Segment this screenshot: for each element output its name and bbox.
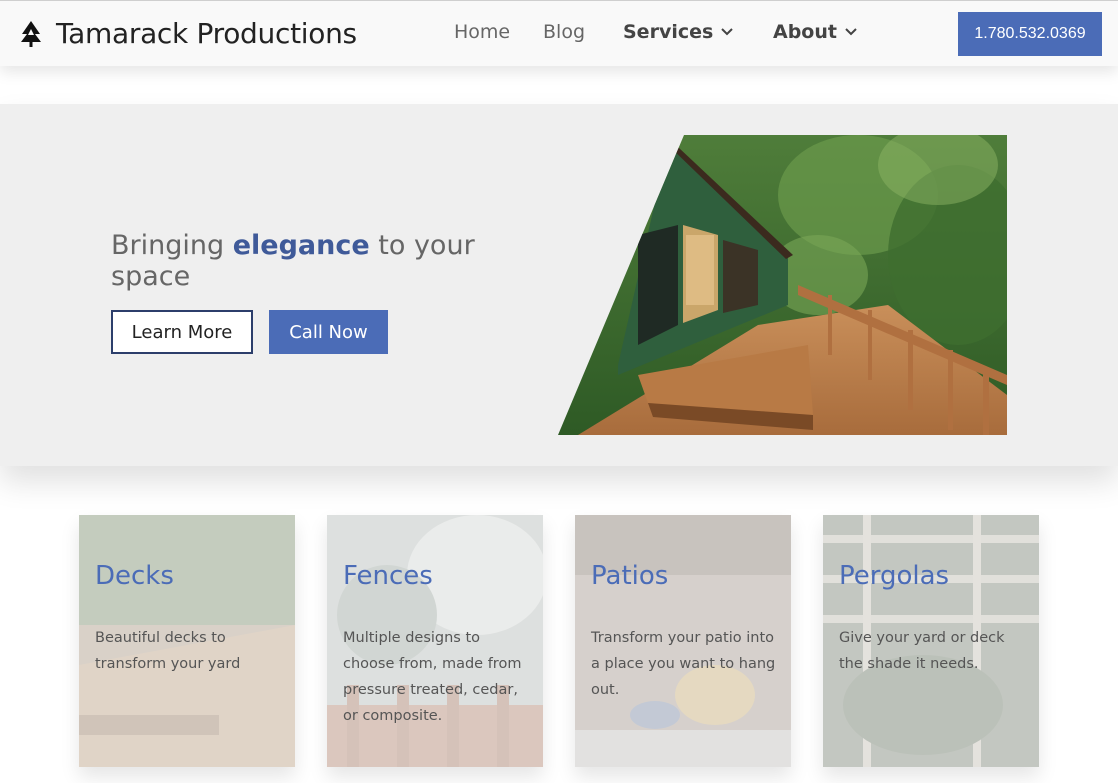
nav-about[interactable]: About (773, 21, 857, 43)
nav-services-label: Services (623, 21, 714, 43)
nav-blog[interactable]: Blog (543, 21, 585, 43)
chevron-down-icon (721, 28, 734, 36)
hero-section: Bringing elegance to your space Learn Mo… (0, 104, 1118, 466)
nav-home-label: Home (454, 21, 511, 43)
deck-photo (558, 135, 1007, 435)
card-text: Give your yard or deck the shade it need… (839, 630, 1005, 672)
logo[interactable]: Tamarack Productions (20, 17, 357, 50)
hero-title-emphasis: elegance (232, 230, 370, 261)
learn-more-button[interactable]: Learn More (111, 310, 253, 354)
call-now-button[interactable]: Call Now (269, 310, 388, 354)
card-fences[interactable]: Fences Multiple designs to choose from, … (327, 515, 543, 767)
card-title: Patios (591, 561, 669, 591)
phone-button[interactable]: 1.780.532.0369 (958, 12, 1102, 56)
nav-blog-label: Blog (543, 21, 585, 43)
card-decks[interactable]: Decks Beautiful decks to transform your … (79, 515, 295, 767)
brand-name: Tamarack Productions (56, 17, 357, 50)
card-title: Fences (343, 561, 433, 591)
card-text: Multiple designs to choose from, made fr… (343, 630, 522, 724)
nav-home[interactable]: Home (454, 21, 510, 43)
card-text: Beautiful decks to transform your yard (95, 630, 241, 672)
card-title: Decks (95, 561, 174, 591)
site-header: Tamarack Productions Home Blog Services … (0, 0, 1118, 66)
nav-about-label: About (773, 21, 837, 43)
card-pergolas[interactable]: Pergolas Give your yard or deck the shad… (823, 515, 1039, 767)
card-patios[interactable]: Patios Transform your patio into a place… (575, 515, 791, 767)
card-title: Pergolas (839, 561, 950, 591)
card-text: Transform your patio into a place you wa… (591, 630, 776, 698)
chevron-down-icon (845, 28, 857, 36)
hero-title: Bringing elegance to your space (111, 230, 531, 292)
hero-title-pre: Bringing (111, 230, 233, 261)
nav-services[interactable]: Services (623, 21, 734, 43)
tree-logo-icon (21, 20, 41, 47)
